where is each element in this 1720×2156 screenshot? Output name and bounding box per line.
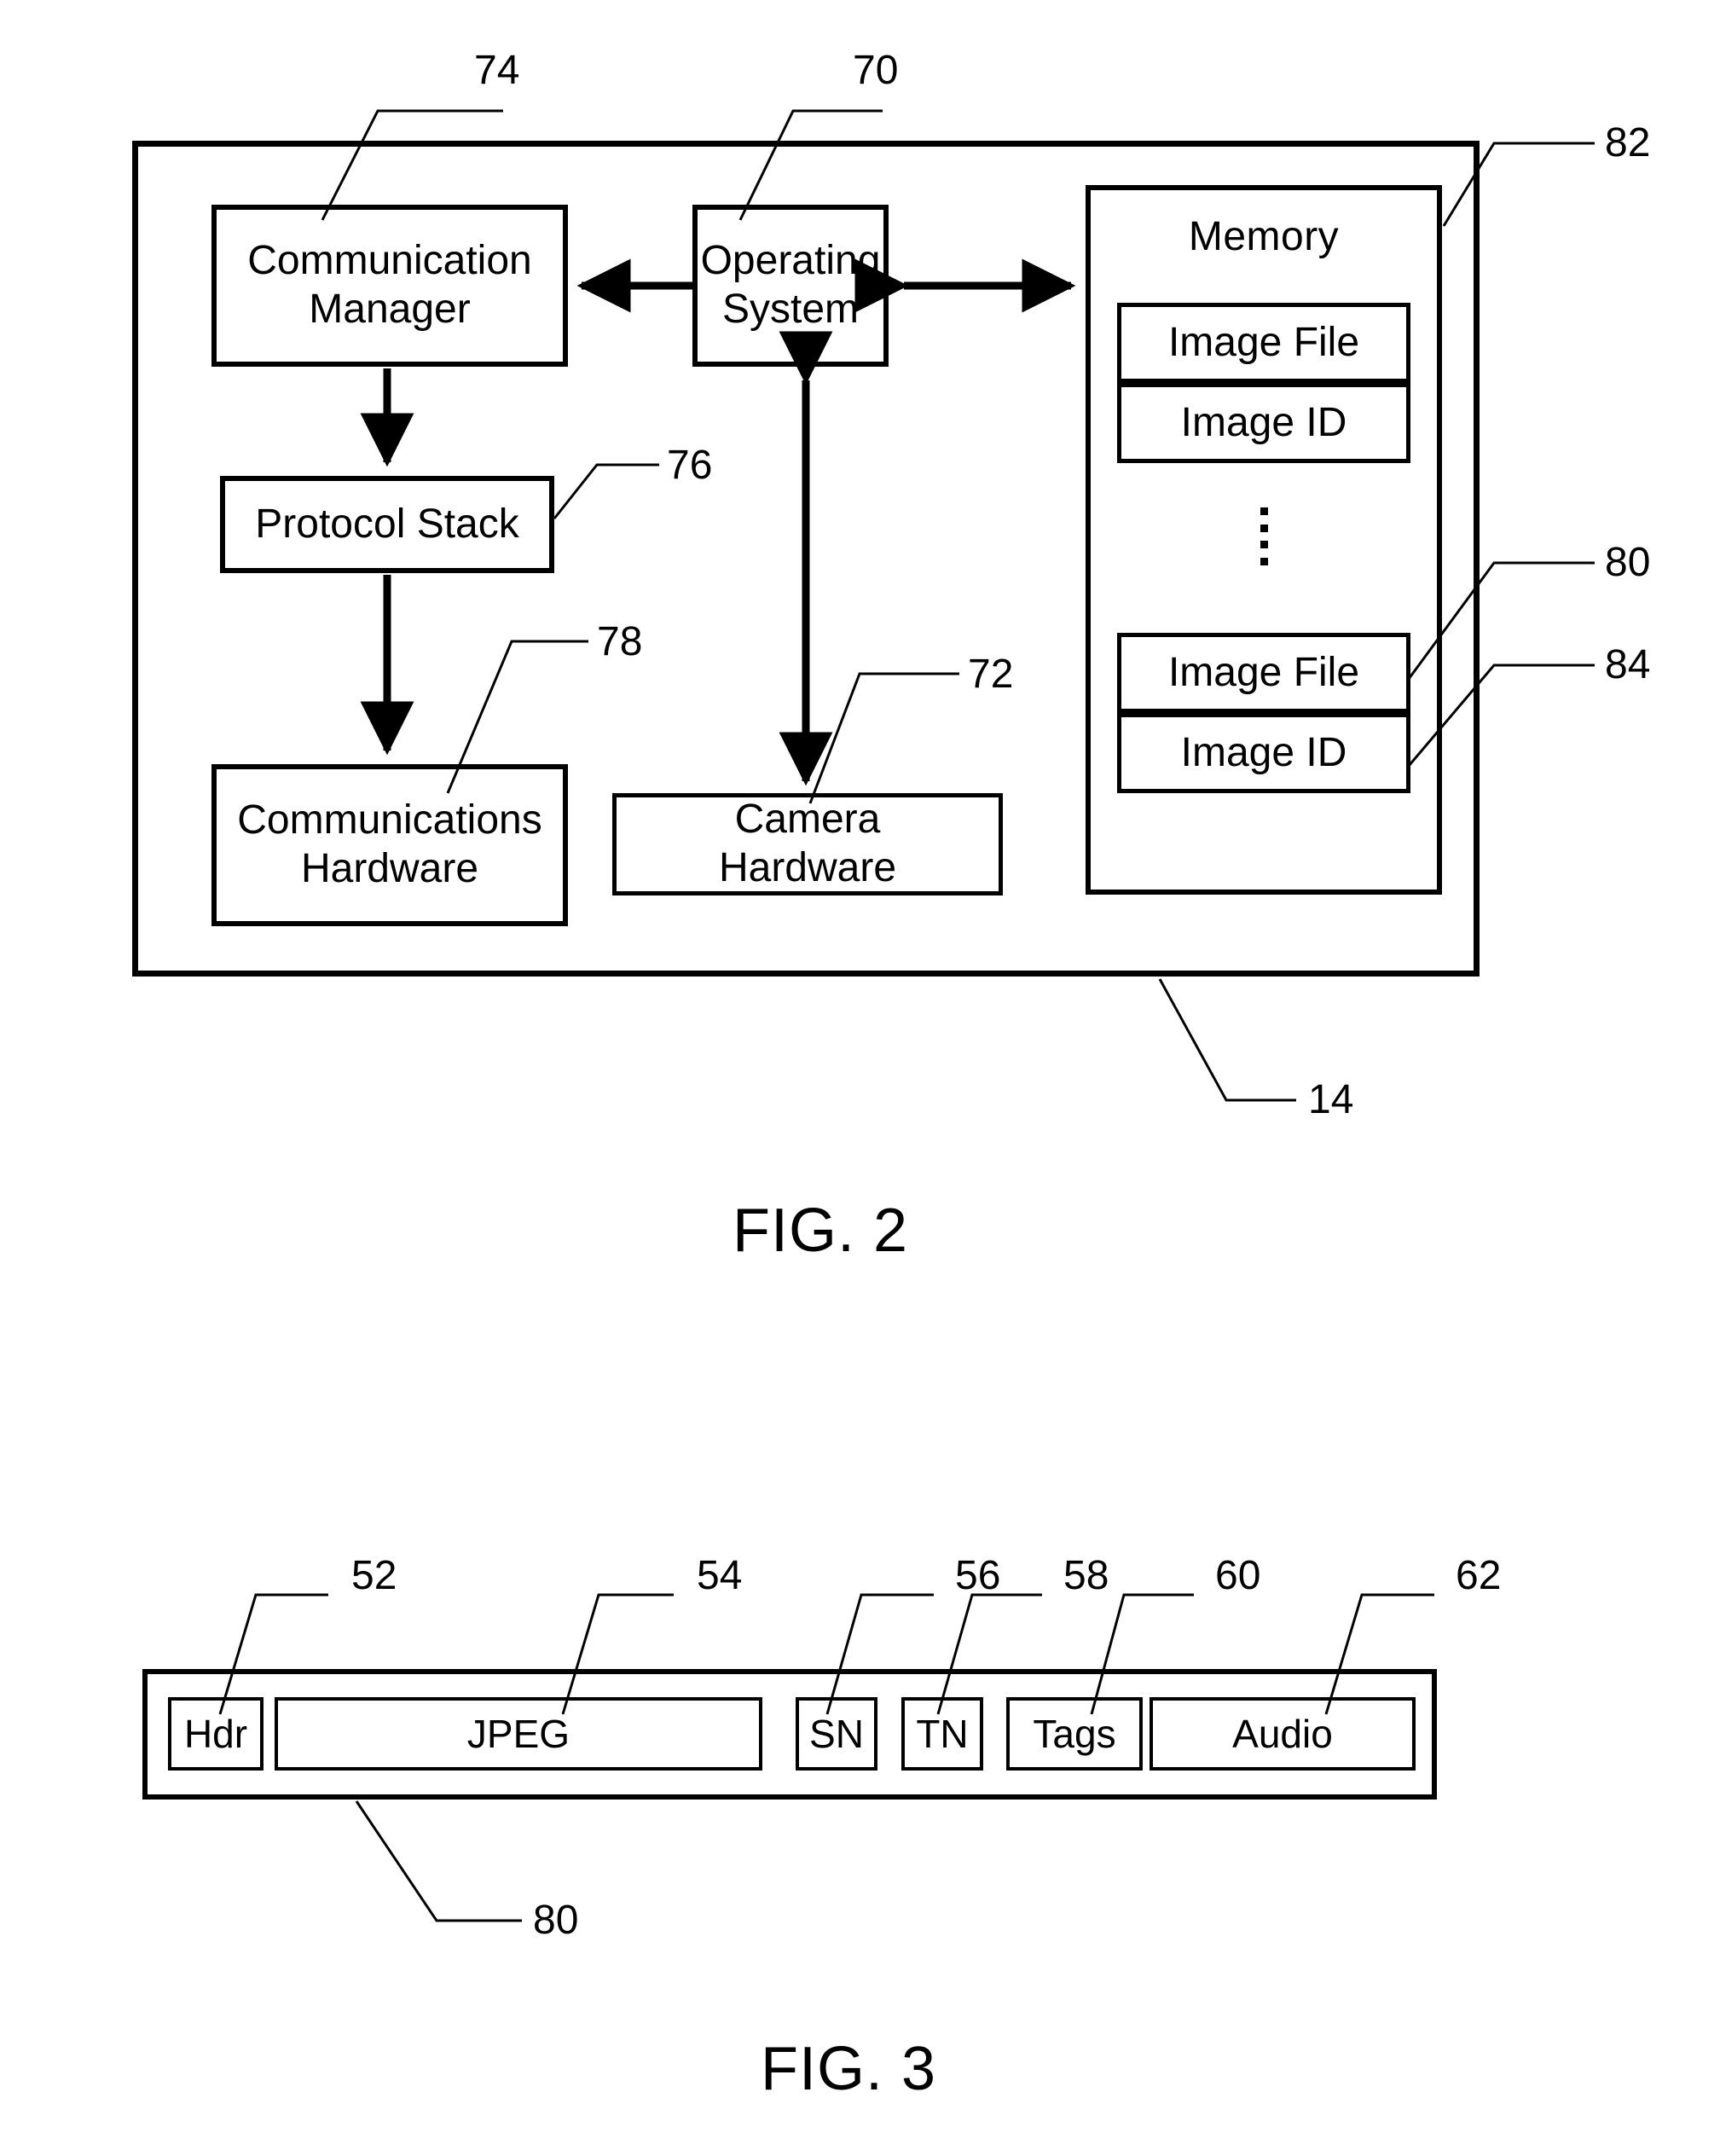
ref-56-text: 56 [955,1553,1001,1598]
ref-54: 54 [697,1552,742,1599]
ref-62: 62 [1456,1552,1501,1599]
ref-52-text: 52 [351,1553,397,1598]
ref-60-text: 60 [1215,1553,1261,1598]
fig3-connector-layer [218,1593,1434,1922]
ref-62-text: 62 [1456,1553,1502,1598]
drawing-sheet: Communication Manager Operating System P… [0,0,1720,2156]
ref-58: 58 [1063,1552,1109,1599]
figure-caption-3-text: FIG. 3 [760,2035,937,2103]
ref-80-fig3-text: 80 [533,1898,579,1943]
ref-58-text: 58 [1063,1553,1109,1598]
figure-caption-3: FIG. 3 [0,2034,1697,2104]
ref-60: 60 [1215,1552,1260,1599]
ref-80-fig3: 80 [533,1897,578,1944]
ref-54-text: 54 [697,1553,743,1598]
ref-52: 52 [351,1552,397,1599]
ref-56: 56 [955,1552,1000,1599]
